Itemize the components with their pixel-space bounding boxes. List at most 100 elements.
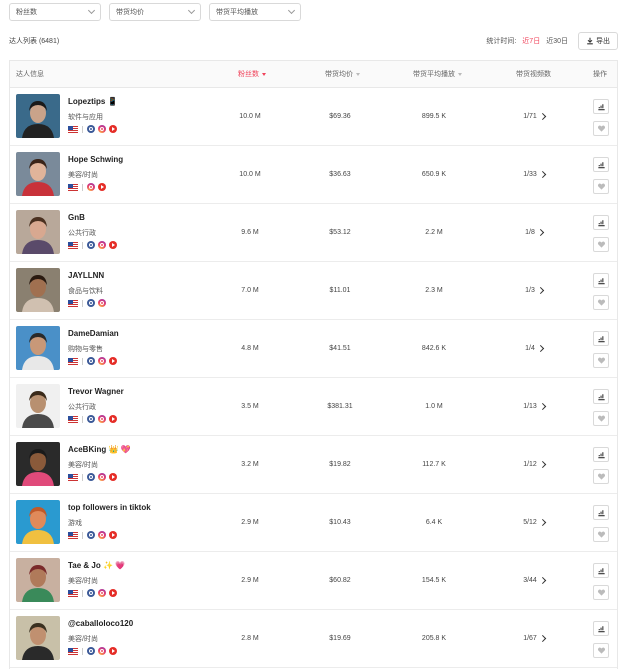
header-video-ratio[interactable]: 带货视频数 xyxy=(516,69,551,79)
video-ratio[interactable]: 1/33 xyxy=(523,170,546,179)
analytics-button[interactable] xyxy=(593,157,609,172)
instagram-icon[interactable] xyxy=(87,183,95,191)
table-row[interactable]: Tae & Jo ✨ 💗 美容/时尚 2.9 M $60.82 154.5 K 3/44 xyxy=(10,552,617,610)
favorite-button[interactable] xyxy=(593,295,609,310)
youtube-icon[interactable] xyxy=(109,531,117,539)
analytics-button[interactable] xyxy=(593,99,609,114)
favorite-button[interactable] xyxy=(593,585,609,600)
facebook-icon[interactable] xyxy=(87,357,95,365)
analytics-button[interactable] xyxy=(593,447,609,462)
range-30d[interactable]: 近30日 xyxy=(546,36,568,46)
table-row[interactable]: top followers in tiktok 游戏 2.9 M $10.43 6.4 … xyxy=(10,494,617,552)
avatar[interactable] xyxy=(16,94,60,138)
youtube-icon[interactable] xyxy=(109,473,117,481)
facebook-icon[interactable] xyxy=(87,299,95,307)
favorite-button[interactable] xyxy=(593,353,609,368)
table-row[interactable]: JAYLLNN 食品与饮料 7.0 M $11.01 2.3 M 1/3 xyxy=(10,262,617,320)
youtube-icon[interactable] xyxy=(109,241,117,249)
table-row[interactable]: AceBKing 👑 💖 美容/时尚 3.2 M $19.82 112.7 K 1/12 xyxy=(10,436,617,494)
avatar[interactable] xyxy=(16,268,60,312)
table-row[interactable]: Hope Schwing 美容/时尚 10.0 M $36.63 650.9 K 1/33 xyxy=(10,146,617,204)
creator-name[interactable]: Trevor Wagner xyxy=(68,387,124,396)
youtube-icon[interactable] xyxy=(109,415,117,423)
facebook-icon[interactable] xyxy=(87,531,95,539)
video-ratio[interactable]: 3/44 xyxy=(523,576,546,585)
video-ratio[interactable]: 1/12 xyxy=(523,460,546,469)
youtube-icon[interactable] xyxy=(109,647,117,655)
creator-name[interactable]: @caballoloco120 xyxy=(68,619,133,628)
table-row[interactable]: GnB 公共行政 9.6 M $53.12 2.2 M 1/8 xyxy=(10,204,617,262)
youtube-icon[interactable] xyxy=(109,589,117,597)
instagram-icon[interactable] xyxy=(98,647,106,655)
facebook-icon[interactable] xyxy=(87,473,95,481)
video-ratio[interactable]: 1/4 xyxy=(525,344,544,353)
instagram-icon[interactable] xyxy=(98,473,106,481)
instagram-icon[interactable] xyxy=(98,357,106,365)
favorite-button[interactable] xyxy=(593,237,609,252)
creator-name[interactable]: Hope Schwing xyxy=(68,155,123,164)
favorite-button[interactable] xyxy=(593,411,609,426)
youtube-icon[interactable] xyxy=(109,357,117,365)
facebook-icon[interactable] xyxy=(87,589,95,597)
creator-name[interactable]: DameDamian xyxy=(68,329,119,338)
table-row[interactable]: @caballoloco120 美容/时尚 2.8 M $19.69 205.8 K 1/… xyxy=(10,610,617,668)
facebook-icon[interactable] xyxy=(87,241,95,249)
avatar[interactable] xyxy=(16,442,60,486)
instagram-icon[interactable] xyxy=(98,299,106,307)
header-avg-views[interactable]: 带货平均播放 xyxy=(413,69,462,79)
favorite-button[interactable] xyxy=(593,643,609,658)
video-ratio[interactable]: 5/12 xyxy=(523,518,546,527)
video-ratio[interactable]: 1/8 xyxy=(525,228,544,237)
instagram-icon[interactable] xyxy=(98,415,106,423)
avatar[interactable] xyxy=(16,500,60,544)
header-followers[interactable]: 粉丝数 xyxy=(238,69,266,79)
analytics-button[interactable] xyxy=(593,389,609,404)
analytics-button[interactable] xyxy=(593,621,609,636)
download-icon xyxy=(587,37,593,45)
creator-name[interactable]: top followers in tiktok xyxy=(68,503,151,512)
analytics-button[interactable] xyxy=(593,505,609,520)
facebook-icon[interactable] xyxy=(87,647,95,655)
header-avg-price[interactable]: 带货均价 xyxy=(325,69,360,79)
avatar[interactable] xyxy=(16,152,60,196)
video-ratio[interactable]: 1/13 xyxy=(523,402,546,411)
filter-avg-views-dropdown[interactable]: 带货平均播放 xyxy=(209,3,301,21)
table-row[interactable]: Trevor Wagner 公共行政 3.5 M $381.31 1.0 M 1/13 xyxy=(10,378,617,436)
creator-name[interactable]: GnB xyxy=(68,213,85,222)
youtube-icon[interactable] xyxy=(109,125,117,133)
creator-name[interactable]: Lopeztips 📱 xyxy=(68,97,118,106)
creator-name[interactable]: JAYLLNN xyxy=(68,271,104,280)
video-ratio[interactable]: 1/71 xyxy=(523,112,546,121)
analytics-button[interactable] xyxy=(593,331,609,346)
analytics-button[interactable] xyxy=(593,273,609,288)
instagram-icon[interactable] xyxy=(98,589,106,597)
filter-followers-dropdown[interactable]: 粉丝数 xyxy=(9,3,101,21)
creator-region-socials xyxy=(68,531,117,539)
creator-name[interactable]: AceBKing 👑 💖 xyxy=(68,445,131,454)
analytics-button[interactable] xyxy=(593,563,609,578)
avatar[interactable] xyxy=(16,558,60,602)
video-ratio[interactable]: 1/67 xyxy=(523,634,546,643)
favorite-button[interactable] xyxy=(593,179,609,194)
facebook-icon[interactable] xyxy=(87,415,95,423)
video-ratio[interactable]: 1/3 xyxy=(525,286,544,295)
facebook-icon[interactable] xyxy=(87,125,95,133)
favorite-button[interactable] xyxy=(593,121,609,136)
favorite-button[interactable] xyxy=(593,469,609,484)
range-7d[interactable]: 近7日 xyxy=(522,36,540,46)
instagram-icon[interactable] xyxy=(98,241,106,249)
avatar[interactable] xyxy=(16,384,60,428)
creator-name[interactable]: Tae & Jo ✨ 💗 xyxy=(68,561,125,570)
youtube-icon[interactable] xyxy=(98,183,106,191)
avatar[interactable] xyxy=(16,326,60,370)
filter-avg-price-dropdown[interactable]: 带货均价 xyxy=(109,3,201,21)
favorite-button[interactable] xyxy=(593,527,609,542)
instagram-icon[interactable] xyxy=(98,125,106,133)
table-row[interactable]: DameDamian 购物与零售 4.8 M $41.51 842.6 K 1/4 xyxy=(10,320,617,378)
avatar[interactable] xyxy=(16,616,60,660)
analytics-button[interactable] xyxy=(593,215,609,230)
instagram-icon[interactable] xyxy=(98,531,106,539)
table-row[interactable]: Lopeztips 📱 软件与应用 10.0 M $69.36 899.5 K 1/71 xyxy=(10,88,617,146)
avatar[interactable] xyxy=(16,210,60,254)
export-button[interactable]: 导出 xyxy=(578,32,618,50)
